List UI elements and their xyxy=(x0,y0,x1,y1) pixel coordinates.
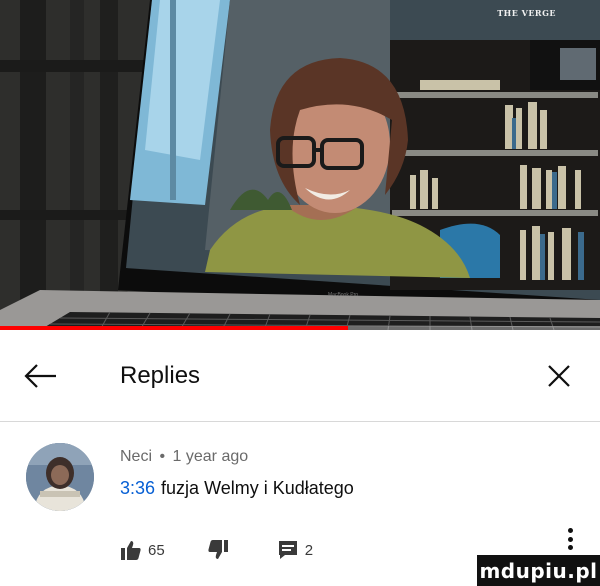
reply-count: 2 xyxy=(304,541,314,559)
comment-item: Neci • 1 year ago 3:36 fuzja Welmy i Kudł… xyxy=(0,423,600,586)
comment-meta: Neci • 1 year ago xyxy=(120,448,248,466)
like-button[interactable]: 65 xyxy=(120,539,165,561)
channel-watermark: THE VERGE xyxy=(497,8,556,18)
more-options-button[interactable] xyxy=(560,524,580,554)
avatar[interactable] xyxy=(26,443,94,511)
more-vertical-icon xyxy=(567,528,573,533)
timestamp-link[interactable]: 3:36 xyxy=(120,478,155,498)
comment-text: 3:36 fuzja Welmy i Kudłatego xyxy=(120,478,354,499)
comment-age: 1 year ago xyxy=(172,448,249,465)
comment-actions: 65 2 xyxy=(120,536,313,564)
more-vertical-icon-dot xyxy=(567,536,573,542)
replies-title: Replies xyxy=(120,362,201,389)
comment-body: fuzja Welmy i Kudłatego xyxy=(161,478,354,498)
back-button[interactable] xyxy=(18,358,64,394)
meta-separator: • xyxy=(159,448,166,465)
site-watermark: mdupiu.pl xyxy=(477,555,600,586)
close-icon xyxy=(548,365,570,387)
more-vertical-icon-dot xyxy=(567,545,573,550)
reply-icon xyxy=(278,541,297,559)
thumbs-up-icon xyxy=(121,541,141,560)
arrow-left-icon xyxy=(24,364,56,388)
close-button[interactable] xyxy=(536,358,582,394)
comment-author[interactable]: Neci xyxy=(120,448,152,466)
like-count: 65 xyxy=(148,541,165,559)
avatar-image xyxy=(26,443,94,511)
reply-button[interactable]: 2 xyxy=(277,539,313,561)
laptop-brand-label: MacBook Pro xyxy=(328,292,358,298)
video-player[interactable]: MacBook Pro THE VERGE xyxy=(0,0,600,330)
replies-header: Replies xyxy=(0,330,600,422)
video-frame: MacBook Pro xyxy=(0,0,600,330)
dislike-button[interactable] xyxy=(207,539,229,561)
thumbs-down-icon xyxy=(208,540,228,559)
